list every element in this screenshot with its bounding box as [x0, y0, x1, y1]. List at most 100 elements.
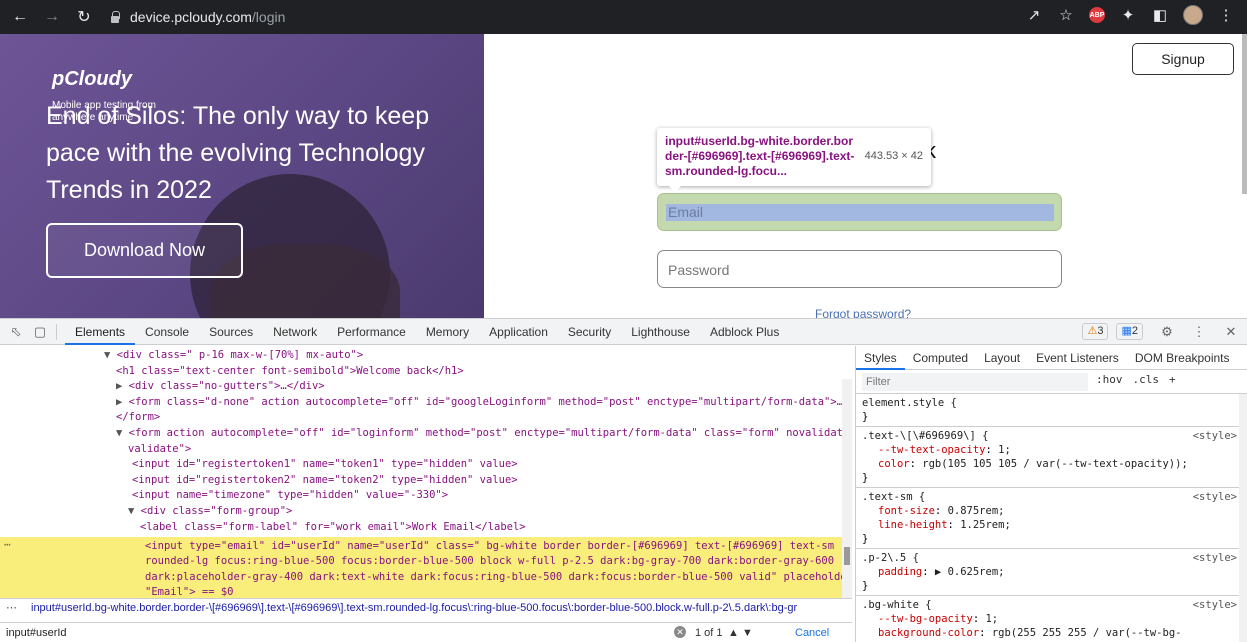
css-property[interactable]: --tw-text-opacity: 1;: [862, 443, 1241, 457]
address-bar[interactable]: device.pcloudy.com/login: [100, 4, 1095, 30]
styles-filter-input[interactable]: Filter: [862, 372, 1088, 391]
signup-button[interactable]: Signup: [1132, 43, 1234, 75]
page-scrollbar[interactable]: [1242, 34, 1247, 194]
styles-scrollbar[interactable]: [1239, 394, 1247, 642]
css-property[interactable]: --tw-bg-opacity: 1;: [862, 612, 1241, 626]
dom-line[interactable]: <h1 class="text-center font-semibold">We…: [116, 364, 464, 380]
styles-tab-dom-breakpoints[interactable]: DOM Breakpoints: [1127, 346, 1238, 370]
share-icon[interactable]: ↗: [1025, 6, 1043, 24]
expand-toggle-icon[interactable]: ▶: [116, 380, 122, 392]
tab-security[interactable]: Security: [558, 319, 621, 345]
dom-line[interactable]: ▼ <div class=" p-16 max-w-[70%] mx-auto"…: [104, 348, 363, 364]
email-field[interactable]: Email: [657, 193, 1062, 231]
expand-toggle-icon[interactable]: ▼: [128, 505, 134, 517]
elements-scrollbar[interactable]: [842, 379, 852, 598]
forgot-password-link[interactable]: Forgot password?: [815, 307, 911, 318]
style-rule[interactable]: .text-\[\#696969\] {<style> --tw-text-opa…: [856, 427, 1247, 488]
node-menu-icon[interactable]: ⋯: [4, 538, 11, 551]
settings-gear-icon[interactable]: ⚙: [1159, 324, 1175, 340]
style-rule[interactable]: element.style {}: [856, 394, 1247, 427]
find-cancel-button[interactable]: Cancel: [795, 623, 829, 642]
password-field[interactable]: Password: [657, 250, 1062, 288]
filter-tool[interactable]: :hov: [1096, 373, 1123, 386]
bookmark-star-icon[interactable]: ☆: [1057, 6, 1075, 24]
selected-node-line[interactable]: <input type="email" id="userId" name="us…: [145, 539, 834, 555]
rule-source-link[interactable]: <style>: [1193, 598, 1237, 612]
dom-line[interactable]: </form>: [116, 410, 160, 426]
download-now-button[interactable]: Download Now: [46, 223, 243, 278]
tab-lighthouse[interactable]: Lighthouse: [621, 319, 700, 345]
dom-line[interactable]: <input name="timezone" type="hidden" val…: [132, 488, 448, 504]
forward-icon[interactable]: →: [40, 5, 64, 29]
style-rule[interactable]: .text-sm {<style> font-size: 0.875rem; lin…: [856, 488, 1247, 549]
property-name: font-size: [878, 505, 935, 517]
adblock-plus-icon[interactable]: ABP: [1089, 7, 1105, 23]
css-property[interactable]: line-height: 1.25rem;: [862, 518, 1241, 532]
tab-memory[interactable]: Memory: [416, 319, 479, 345]
dom-line[interactable]: <label class="form-label" for="work emai…: [140, 520, 526, 536]
style-rule[interactable]: .p-2\.5 {<style> padding: ▶ 0.625rem;}: [856, 549, 1247, 596]
styles-filter-tools: :hov .cls +: [1096, 373, 1176, 386]
scrollbar-thumb[interactable]: [844, 547, 850, 565]
styles-tab-layout[interactable]: Layout: [976, 346, 1028, 370]
profile-avatar[interactable]: [1183, 5, 1203, 25]
selected-node-line[interactable]: "Email"> == $0: [145, 585, 234, 598]
tab-network[interactable]: Network: [263, 319, 327, 345]
dom-line[interactable]: ▶ <form class="d-none" action autocomple…: [116, 395, 843, 411]
dom-line[interactable]: <input id="registertoken2" name="token2"…: [132, 473, 518, 489]
dom-line[interactable]: ▼ <div class="form-group">: [128, 504, 292, 520]
dom-line-code: <form class="d-none" action autocomplete…: [128, 395, 843, 408]
rule-source-link[interactable]: <style>: [1193, 429, 1237, 443]
expand-toggle-icon[interactable]: ▼: [104, 349, 110, 361]
style-rule[interactable]: .bg-white { <style> --tw-bg-opacity: 1; bac…: [856, 596, 1247, 642]
styles-tab-computed[interactable]: Computed: [905, 346, 976, 370]
breadcrumb-path[interactable]: input#userId.bg-white.border.border-\[#6…: [31, 602, 797, 614]
dom-line[interactable]: <input id="registertoken1" name="token1"…: [132, 457, 518, 473]
tab-adblock-plus[interactable]: Adblock Plus: [700, 319, 789, 345]
find-nav-arrows[interactable]: ▲ ▼: [728, 623, 753, 642]
expand-toggle-icon[interactable]: ▼: [116, 427, 122, 439]
dom-line[interactable]: ▶ <div class="no-gutters">…</div>: [116, 379, 325, 395]
rule-selector: .bg-white {: [862, 599, 932, 611]
filter-tool[interactable]: +: [1169, 373, 1176, 386]
lock-icon[interactable]: [110, 11, 120, 23]
property-value: 1.25rem;: [960, 519, 1011, 531]
reload-icon[interactable]: ↻: [72, 5, 96, 29]
css-property[interactable]: background-color: rgb(255 255 255 / var(…: [862, 626, 1241, 642]
expand-toggle-icon[interactable]: ▶: [116, 396, 122, 408]
styles-tab-event-listeners[interactable]: Event Listeners: [1028, 346, 1127, 370]
selected-node-line[interactable]: dark:placeholder-gray-400 dark:text-whit…: [145, 570, 852, 586]
tab-performance[interactable]: Performance: [327, 319, 416, 345]
email-placeholder: Email: [666, 204, 1054, 221]
tab-sources[interactable]: Sources: [199, 319, 263, 345]
pcloudy-logo[interactable]: pCloudy: [52, 68, 132, 91]
dom-line[interactable]: ▼ <form action autocomplete="off" id="lo…: [116, 426, 852, 442]
tab-application[interactable]: Application: [479, 319, 558, 345]
more-options-icon[interactable]: ⋮: [1191, 324, 1207, 340]
inspect-element-icon[interactable]: ⬁: [8, 324, 24, 340]
filter-tool[interactable]: .cls: [1133, 373, 1160, 386]
selected-node-line[interactable]: rounded-lg focus:ring-blue-500 focus:bor…: [145, 554, 834, 570]
device-toolbar-icon[interactable]: ▢: [32, 324, 48, 340]
extensions-puzzle-icon[interactable]: ✦: [1119, 6, 1137, 24]
dom-line[interactable]: validate">: [128, 442, 191, 458]
breadcrumb-overflow-icon[interactable]: ⋯: [6, 602, 17, 614]
find-input[interactable]: input#userId: [6, 627, 67, 639]
tab-console[interactable]: Console: [135, 319, 199, 345]
styles-tab-styles[interactable]: Styles: [856, 346, 905, 370]
rule-source-link[interactable]: <style>: [1193, 490, 1237, 504]
css-property[interactable]: font-size: 0.875rem;: [862, 504, 1241, 518]
side-panel-icon[interactable]: ◧: [1151, 6, 1169, 24]
warnings-badge[interactable]: ⚠3: [1082, 323, 1109, 340]
tab-elements[interactable]: Elements: [65, 319, 136, 345]
elements-tree[interactable]: ⋯ ▼ <div class=" p-16 max-w-[70%] mx-aut…: [0, 346, 852, 598]
rule-source-link[interactable]: <style>: [1193, 551, 1237, 565]
back-icon[interactable]: ←: [8, 5, 32, 29]
css-property[interactable]: padding: ▶ 0.625rem;: [862, 565, 1241, 579]
clear-search-icon[interactable]: ✕: [674, 626, 686, 638]
close-icon[interactable]: ✕: [1223, 324, 1239, 340]
dom-breadcrumb[interactable]: ⋯ input#userId.bg-white.border.border-\[#…: [0, 598, 852, 617]
css-property[interactable]: color: rgb(105 105 105 / var(--tw-text-o…: [862, 457, 1241, 471]
kebab-menu-icon[interactable]: ⋮: [1217, 6, 1235, 24]
messages-badge[interactable]: ▦2: [1116, 323, 1143, 340]
